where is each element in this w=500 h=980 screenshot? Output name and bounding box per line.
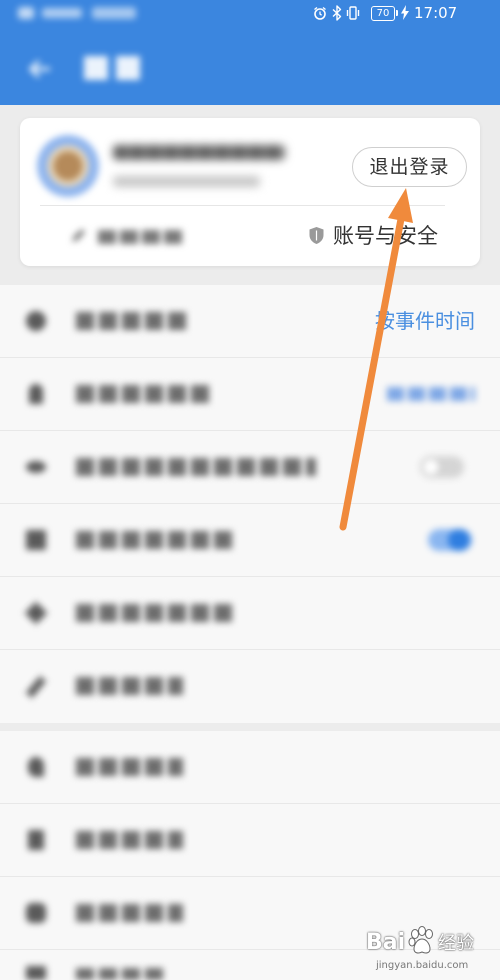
settings-row-value: 按事件时间: [375, 309, 475, 333]
section-divider: [0, 723, 500, 731]
pencil-icon: [72, 229, 85, 242]
settings-row[interactable]: 按事件时间: [0, 285, 500, 358]
edit-profile-blurred[interactable]: [98, 230, 186, 244]
app-header: 70 17:07: [0, 0, 500, 105]
status-bar-left-blurred: [18, 5, 138, 21]
settings-row-icon: [26, 530, 46, 550]
settings-row-icon: [26, 966, 46, 980]
settings-row-icon: [28, 757, 44, 777]
page-title-blurred: [84, 56, 140, 80]
settings-row-label-blurred: [76, 968, 166, 980]
settings-row[interactable]: [0, 431, 500, 504]
watermark-domain: jingyan.baidu.com: [376, 960, 469, 971]
settings-list: 按事件时间: [0, 285, 500, 980]
watermark: Bai 经验 jingyan.baidu.com: [362, 924, 477, 976]
shield-icon: [309, 227, 324, 244]
settings-row-value-blurred: [387, 387, 475, 401]
back-arrow-icon[interactable]: [28, 58, 52, 80]
screen: 70 17:07 退出登录 账号与安全 按事件时间 Bai 经验 jingyan…: [0, 0, 500, 980]
status-bar-right: 70 17:07: [310, 3, 470, 23]
avatar[interactable]: [37, 135, 99, 197]
settings-row-icon: [25, 676, 47, 698]
status-time: 17:07: [414, 4, 458, 22]
account-security-link[interactable]: 账号与安全: [333, 222, 438, 250]
settings-row-label-blurred: [76, 904, 183, 922]
card-divider: [40, 205, 445, 206]
account-name-blurred: [113, 145, 285, 160]
settings-row-icon: [26, 903, 46, 923]
alarm-icon: [314, 6, 326, 20]
account-email-blurred: [113, 176, 260, 187]
watermark-brand-left: Bai: [366, 930, 406, 955]
bluetooth-icon: [332, 5, 342, 21]
logout-button[interactable]: 退出登录: [352, 147, 467, 187]
vibrate-icon: [346, 6, 360, 20]
settings-row-label-blurred: [76, 604, 236, 622]
toggle-switch[interactable]: [420, 456, 464, 478]
settings-row-label-blurred: [76, 385, 211, 403]
settings-row-label-blurred: [76, 312, 186, 330]
toggle-switch[interactable]: [428, 529, 472, 551]
settings-row-icon: [28, 830, 44, 850]
settings-row[interactable]: [0, 804, 500, 877]
battery-icon: 70: [371, 6, 395, 21]
paw-logo-icon: [408, 926, 433, 954]
settings-row-icon: [29, 384, 43, 404]
settings-row[interactable]: [0, 650, 500, 722]
battery-nub: [396, 10, 398, 16]
settings-row-label-blurred: [76, 458, 316, 476]
watermark-brand-right: 经验: [438, 933, 474, 954]
settings-row[interactable]: [0, 504, 500, 577]
settings-row-label-blurred: [76, 758, 183, 776]
settings-row[interactable]: [0, 577, 500, 650]
settings-row-icon: [26, 311, 46, 331]
settings-row[interactable]: [0, 731, 500, 804]
settings-row[interactable]: [0, 358, 500, 431]
account-card: 退出登录 账号与安全: [20, 118, 480, 266]
charging-icon: [401, 5, 409, 20]
title-bar: [0, 48, 500, 92]
settings-row-label-blurred: [76, 677, 183, 695]
settings-row-icon: [26, 461, 46, 473]
settings-row-label-blurred: [76, 531, 233, 549]
settings-row-icon: [24, 601, 48, 625]
settings-row-label-blurred: [76, 831, 183, 849]
